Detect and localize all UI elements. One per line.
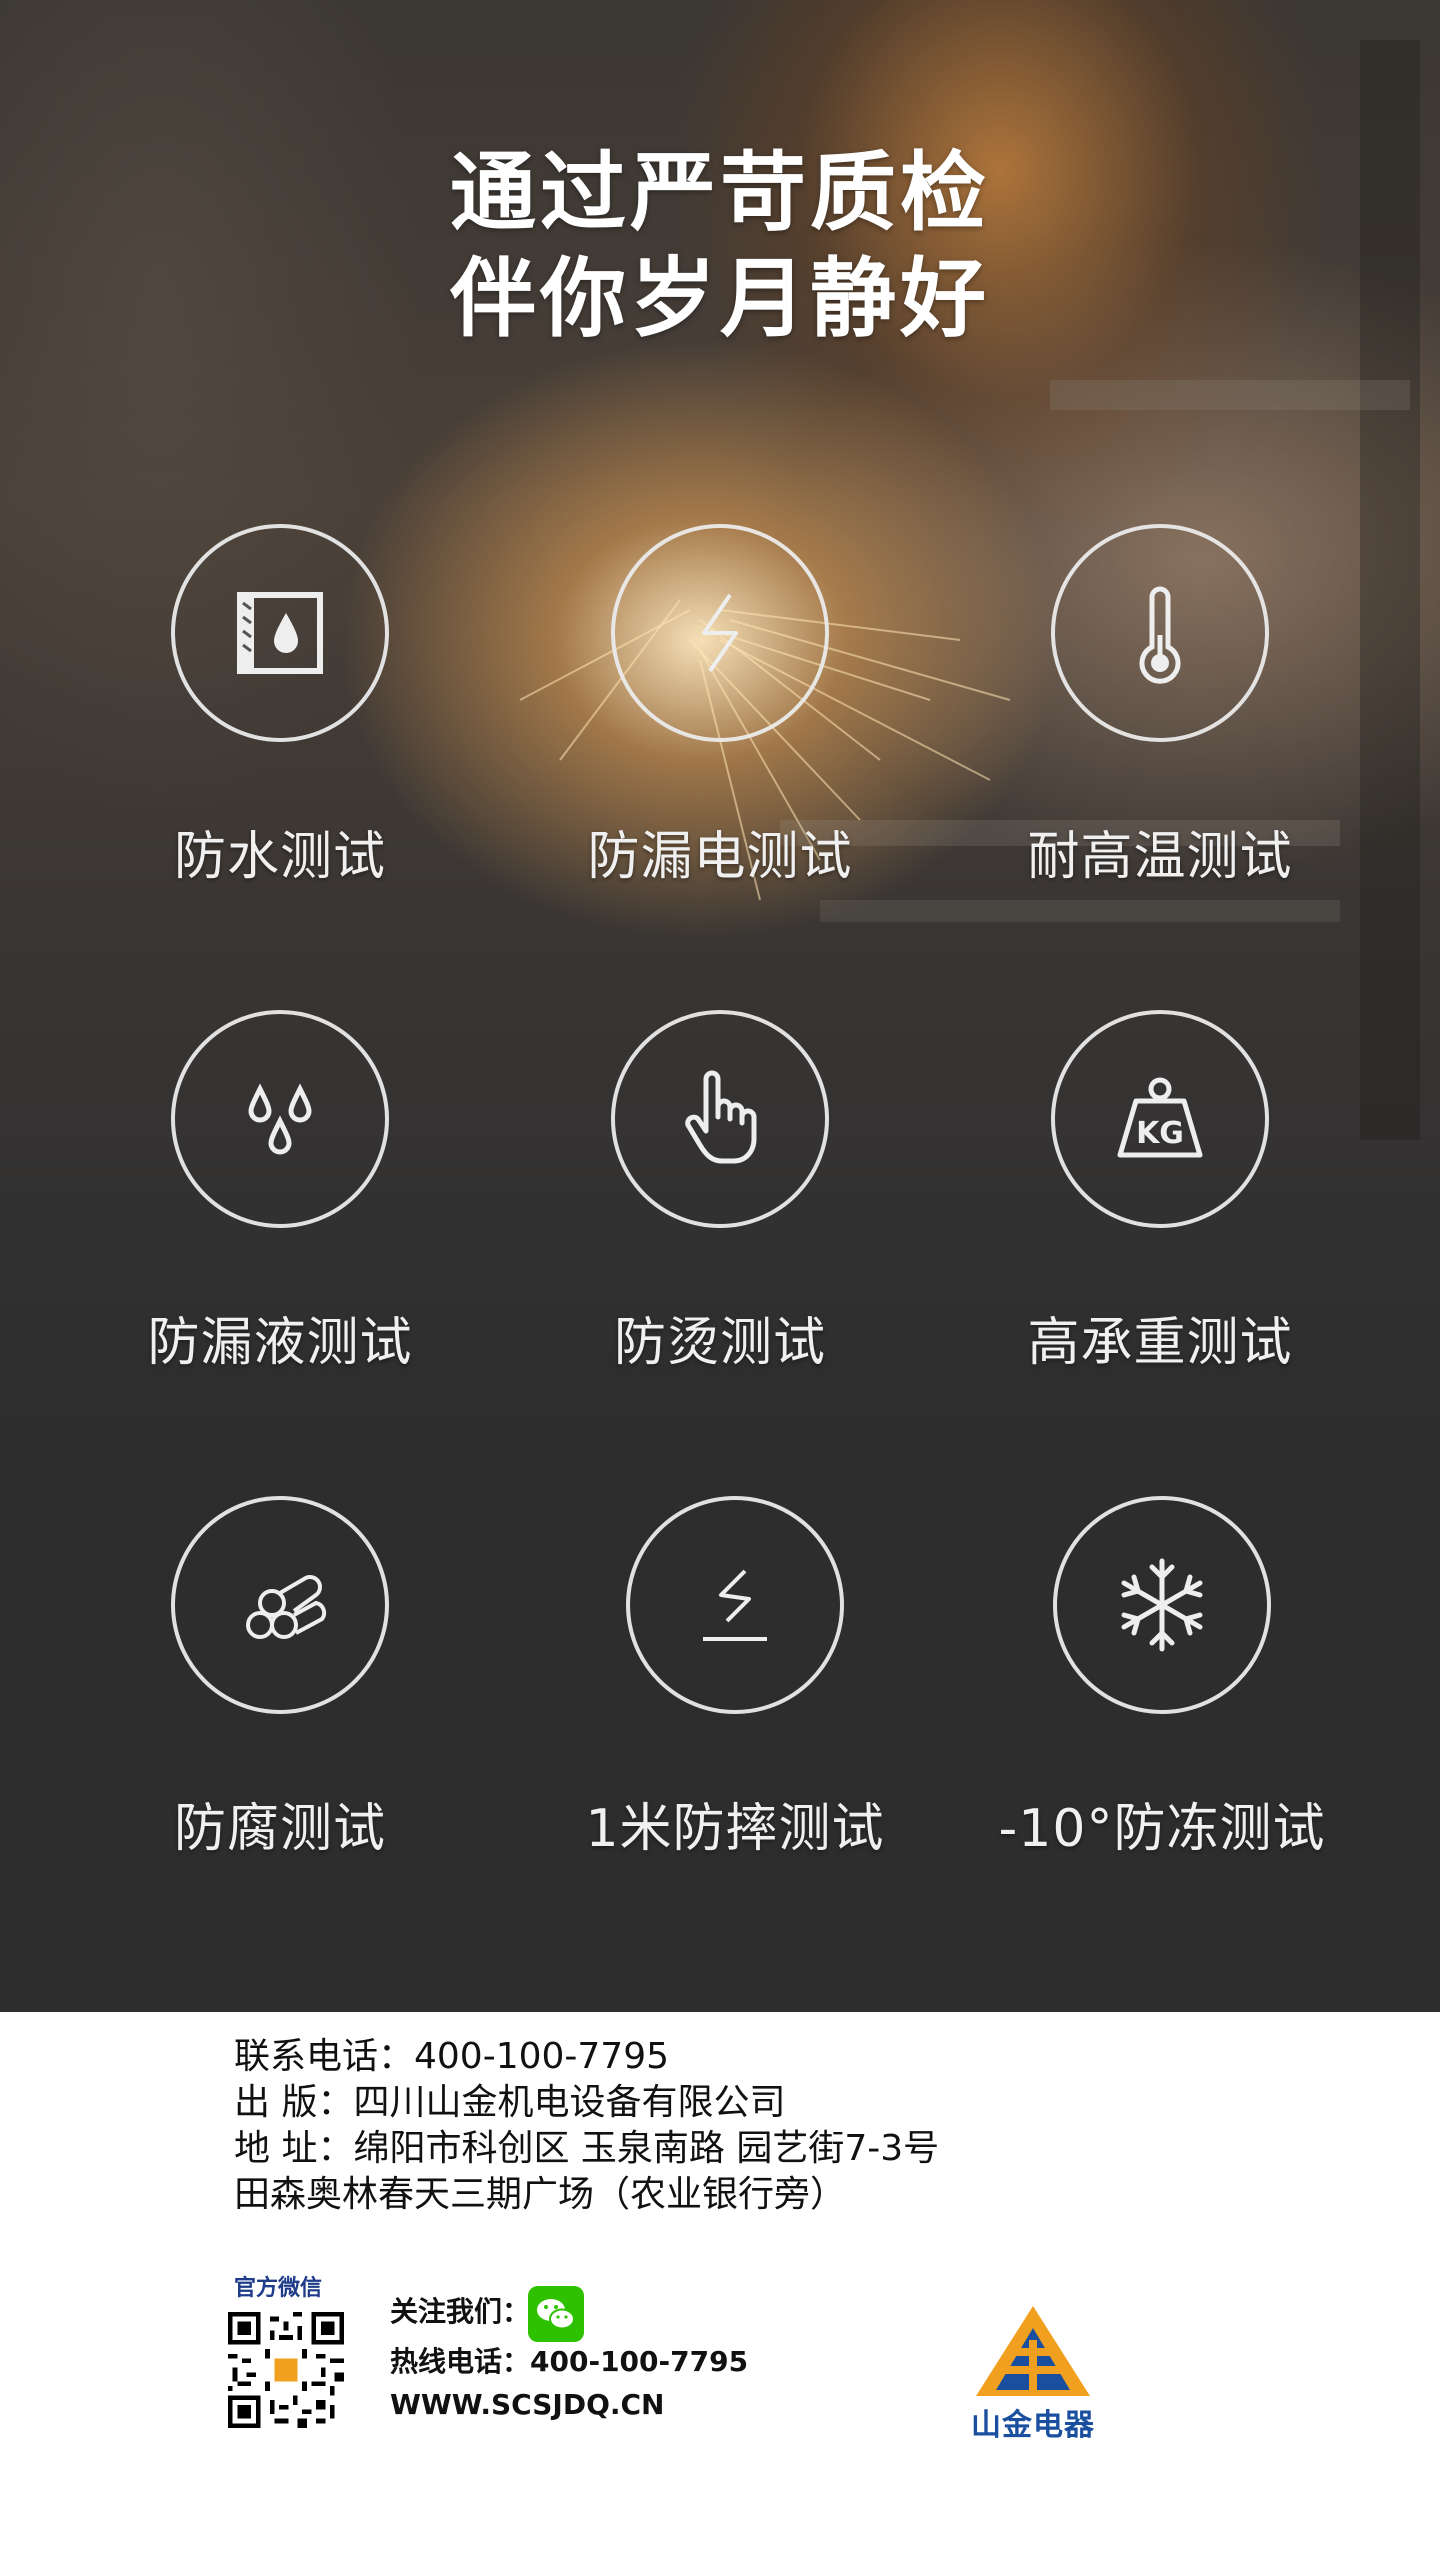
feature-icon-ring xyxy=(171,1010,389,1228)
feature-anti-corrosion: 防腐测试 xyxy=(60,1496,500,1876)
address-line-2: 田森奥林春天三期广场（农业银行旁） xyxy=(234,2174,847,2215)
feature-label: 防水测试 xyxy=(173,827,386,887)
feature-icon-ring xyxy=(171,524,389,742)
hotline-text: 热线电话：400-100-7795 xyxy=(390,2345,749,2378)
feature-drop-test: 1米防摔测试 xyxy=(515,1496,955,1876)
kg-weight-icon: KG xyxy=(1117,1077,1203,1158)
snowflake-icon xyxy=(1121,1558,1203,1652)
thermometer-icon xyxy=(1139,586,1181,684)
headline-line-1: 通过严苛质检 xyxy=(450,143,990,243)
feature-label: 防腐测试 xyxy=(173,1799,386,1859)
follow-us-row: 关注我们： xyxy=(390,2286,584,2342)
feature-icon-ring xyxy=(1051,524,1269,742)
brand-logo: 山金电器 xyxy=(958,2300,1108,2443)
feature-icon-ring xyxy=(1053,1496,1271,1714)
droplets-icon xyxy=(248,1083,312,1155)
feature-label: 防漏电测试 xyxy=(587,827,853,887)
drop-test-icon xyxy=(703,1569,767,1641)
svg-text:KG: KG xyxy=(1136,1116,1184,1151)
feature-icon-ring xyxy=(611,524,829,742)
feature-freeze-test: -10°防冻测试 xyxy=(942,1496,1382,1876)
feature-label: 高承重测试 xyxy=(1027,1313,1293,1373)
feature-heat-resistance: 耐高温测试 xyxy=(940,524,1380,904)
wechat-title: 官方微信 xyxy=(234,2276,323,2301)
feature-icon-ring: KG xyxy=(1051,1010,1269,1228)
follow-label: 关注我们： xyxy=(390,2295,531,2328)
feature-icon-ring xyxy=(611,1010,829,1228)
hand-pointer-icon xyxy=(685,1070,757,1164)
feature-anti-scald: 防烫测试 xyxy=(500,1010,940,1390)
feature-label: 防漏液测试 xyxy=(147,1313,413,1373)
website-link[interactable]: WWW.SCSJDQ.CN xyxy=(390,2388,665,2421)
waterproof-icon xyxy=(237,592,323,674)
address-line-1: 地 址：绵阳市科创区 玉泉南路 园艺街7-3号 xyxy=(234,2128,940,2169)
logo-mark-icon xyxy=(976,2306,1090,2396)
feature-label: -10°防冻测试 xyxy=(998,1799,1326,1859)
feature-icon-ring xyxy=(171,1496,389,1714)
feature-label: 1米防摔测试 xyxy=(585,1799,885,1859)
qr-code-icon[interactable] xyxy=(228,2312,344,2428)
hero-banner: 通过严苛质检 伴你岁月静好 防水测试 防漏电测试 耐高温测试 防漏液测试 防烫测… xyxy=(0,0,1440,2012)
feature-waterproof: 防水测试 xyxy=(60,524,500,904)
lightning-icon xyxy=(702,593,738,673)
contact-phone: 联系电话：400-100-7795 xyxy=(234,2036,670,2077)
feature-label: 耐高温测试 xyxy=(1027,827,1293,887)
feature-label: 防烫测试 xyxy=(613,1313,826,1373)
feature-icon-ring xyxy=(626,1496,844,1714)
feature-anti-leakage: 防漏电测试 xyxy=(500,524,940,904)
feature-anti-liquid-leak: 防漏液测试 xyxy=(60,1010,500,1390)
contact-info: 联系电话：400-100-7795 出 版：四川山金机电设备有限公司 地 址：绵… xyxy=(234,2034,939,2218)
logo-text: 山金电器 xyxy=(971,2408,1095,2443)
pipes-icon xyxy=(246,1575,327,1639)
wechat-icon[interactable] xyxy=(528,2286,584,2342)
feature-load-bearing: KG 高承重测试 xyxy=(940,1010,1380,1390)
headline-line-2: 伴你岁月静好 xyxy=(450,249,990,349)
publisher-line: 出 版：四川山金机电设备有限公司 xyxy=(234,2082,786,2123)
